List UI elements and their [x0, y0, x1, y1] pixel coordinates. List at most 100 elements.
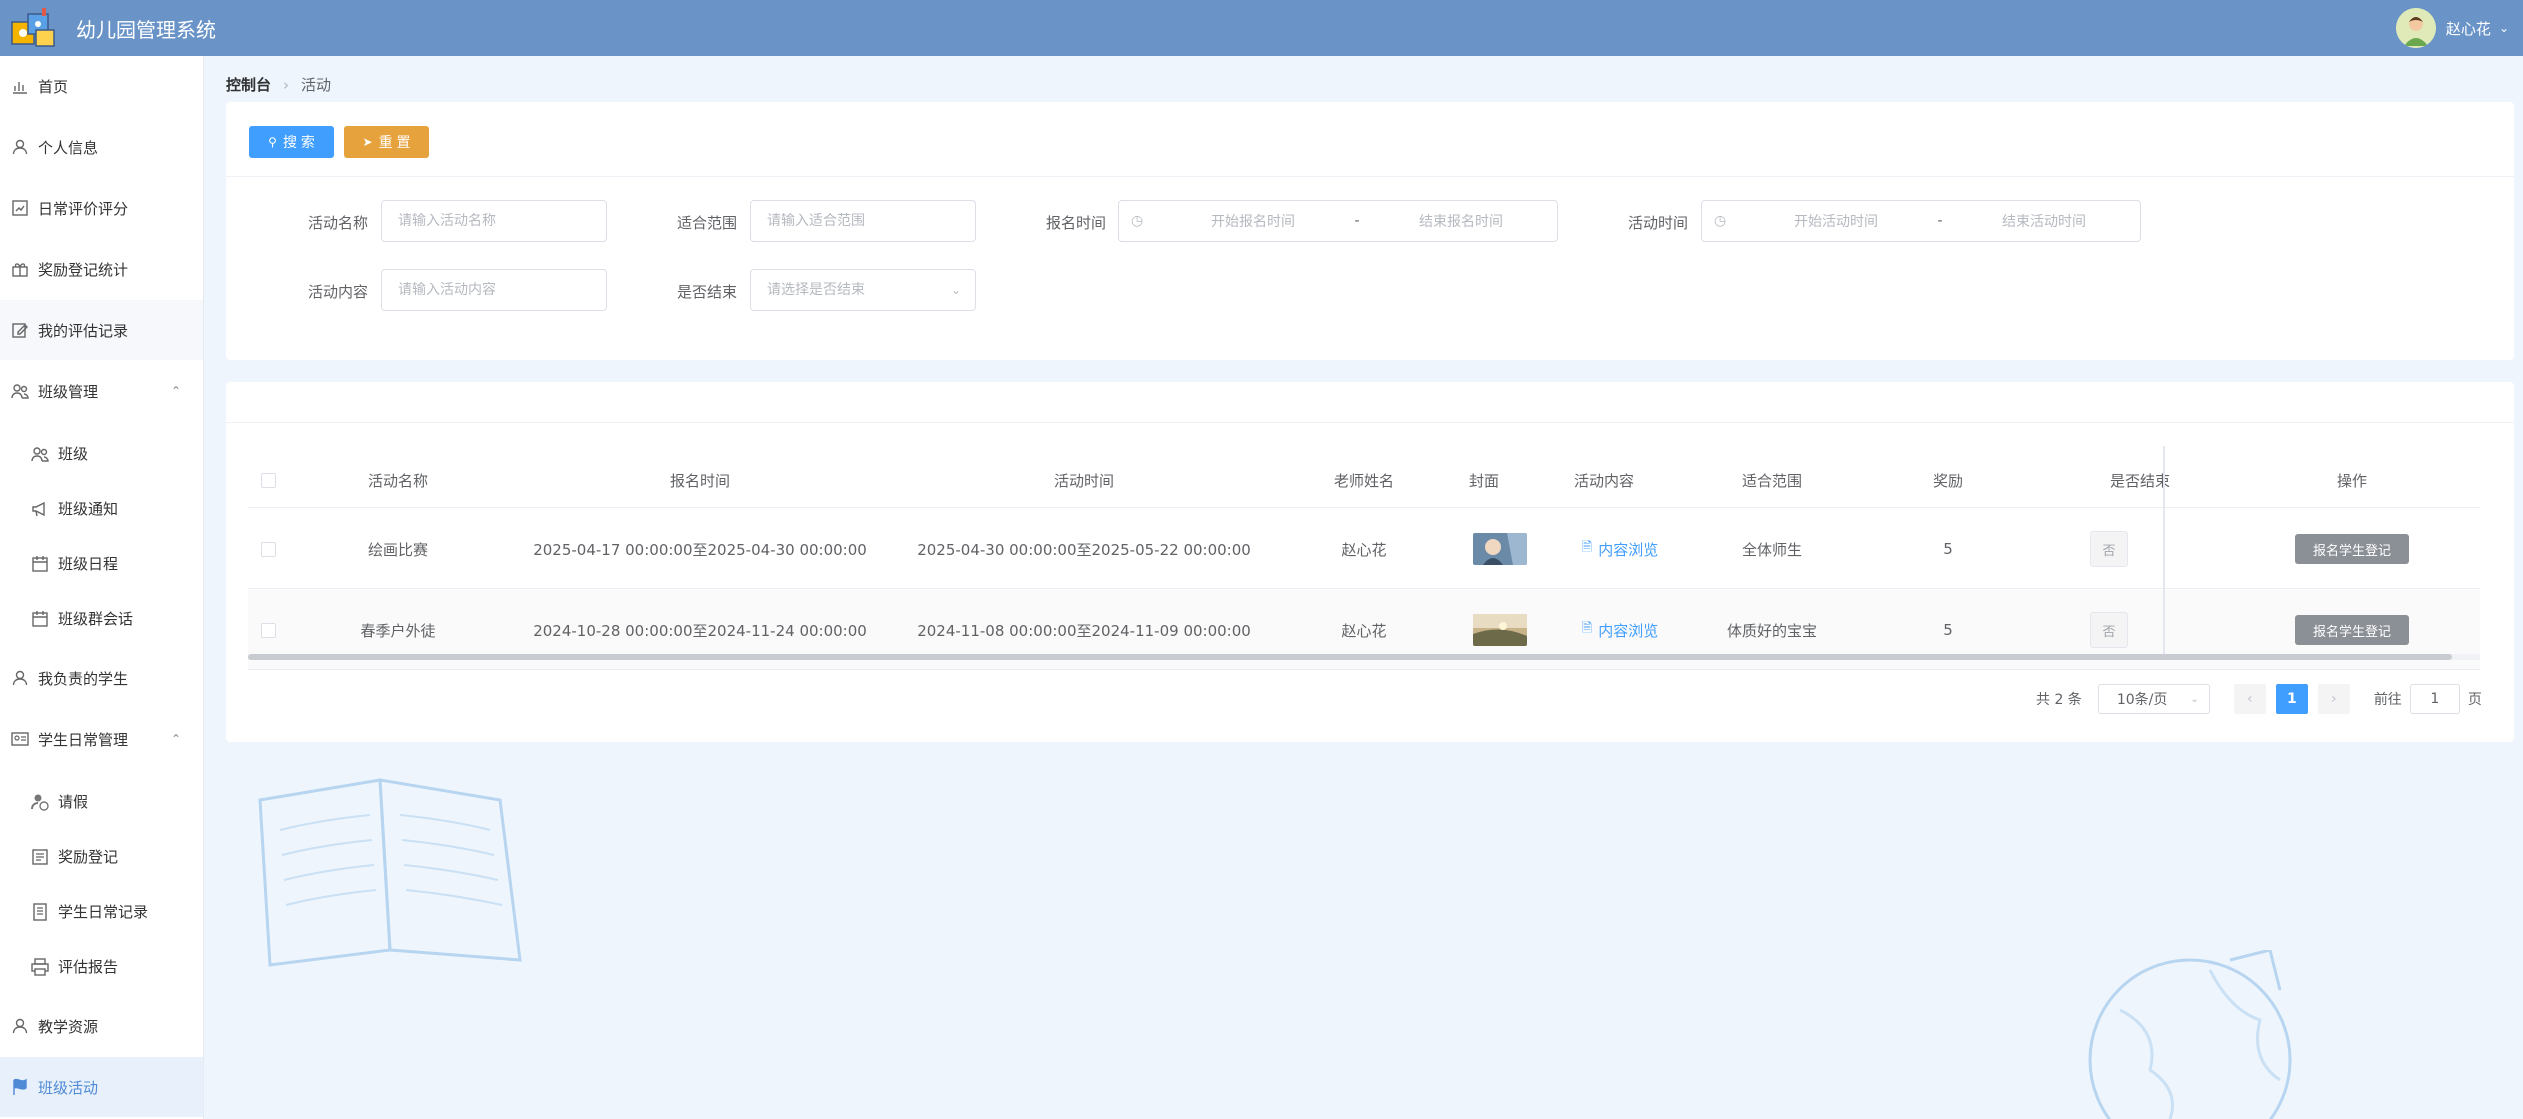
- sidebar-item-class-schedule[interactable]: 班级日程: [0, 536, 203, 591]
- cover-thumbnail[interactable]: [1473, 614, 1527, 646]
- register-students-button[interactable]: 报名学生登记: [2295, 615, 2409, 645]
- horizontal-scrollbar[interactable]: [248, 654, 2452, 660]
- sidebar-item-class-notice[interactable]: 班级通知: [0, 481, 203, 536]
- goto-page-input[interactable]: 1: [2409, 684, 2460, 714]
- sidebar-item-label: 奖励登记统计: [38, 260, 129, 279]
- sidebar-item-profile[interactable]: 个人信息: [0, 117, 203, 177]
- ended-badge: 否: [2090, 612, 2128, 648]
- breadcrumb-separator: ›: [283, 75, 290, 94]
- activity-start-input[interactable]: 开始活动时间: [1744, 211, 1928, 231]
- page-number-current[interactable]: 1: [2275, 684, 2308, 714]
- select-all-cell: [248, 452, 288, 508]
- sidebar-item-home[interactable]: 首页: [0, 56, 203, 116]
- sidebar-item-label: 评估报告: [58, 958, 119, 976]
- sidebar-item-label: 学生日常管理: [38, 730, 129, 749]
- sidebar-item-label: 学生日常记录: [58, 903, 149, 921]
- content-view-label: 内容浏览: [1598, 540, 1659, 559]
- content-view-link[interactable]: 🗎 内容浏览: [1582, 619, 1658, 641]
- sidebar-item-reward-register[interactable]: 奖励登记: [0, 829, 203, 884]
- sidebar-item-class-chat[interactable]: 班级群会话: [0, 591, 203, 646]
- ended-select[interactable]: ⌄: [750, 269, 976, 311]
- page-unit-label: 页: [2467, 692, 2482, 708]
- cell-signup-time: 2025-04-17 00:00:00至2025-04-30 00:00:00: [533, 540, 867, 559]
- chevron-down-icon: ⌄: [2498, 21, 2509, 35]
- sidebar-item-my-students[interactable]: 我负责的学生: [0, 648, 203, 708]
- select-all-checkbox[interactable]: [260, 472, 276, 488]
- printer-icon: [30, 957, 50, 977]
- register-students-button[interactable]: 报名学生登记: [2295, 534, 2409, 564]
- scope-label: 适合范围: [676, 214, 737, 232]
- cell-name: 绘画比赛: [367, 540, 428, 559]
- cell-cover: [1452, 509, 1548, 589]
- activity-name-field[interactable]: [381, 200, 607, 242]
- user-menu[interactable]: 赵心花 ⌄: [2395, 0, 2523, 56]
- column-header[interactable]: 活动时间: [892, 452, 1276, 508]
- sidebar-item-label: 班级群会话: [58, 610, 134, 628]
- activity-content-input[interactable]: [398, 282, 606, 298]
- activity-time-label: 活动时间: [1627, 214, 1688, 232]
- column-header[interactable]: 老师姓名: [1276, 452, 1452, 508]
- signup-time-label: 报名时间: [1045, 214, 1106, 232]
- sidebar-item-teaching-resources[interactable]: 教学资源: [0, 996, 203, 1056]
- content-view-label: 内容浏览: [1598, 621, 1659, 640]
- sidebar-item-label: 我的评估记录: [38, 321, 129, 340]
- range-separator: -: [1937, 213, 1943, 229]
- table-header: 活动名称 报名时间 活动时间 老师姓名 封面 活动内容 适合范围 奖励 是否结束…: [248, 452, 2480, 508]
- sidebar-item-label: 班级活动: [38, 1078, 99, 1097]
- activity-time-range[interactable]: ◷ 开始活动时间 - 结束活动时间: [1701, 200, 2141, 242]
- sidebar-item-evaluation-report[interactable]: 评估报告: [0, 939, 203, 994]
- activity-end-input[interactable]: 结束活动时间: [1952, 211, 2136, 231]
- sidebar-item-class[interactable]: 班级: [0, 426, 203, 481]
- page-size-select[interactable]: 10条/页 ⌄: [2097, 684, 2210, 714]
- row-checkbox[interactable]: [260, 541, 276, 557]
- content-view-link[interactable]: 🗎 内容浏览: [1582, 538, 1658, 560]
- column-header[interactable]: 奖励: [1852, 452, 2044, 508]
- sidebar-item-daily-score[interactable]: 日常评价评分: [0, 178, 203, 238]
- activity-name-label: 活动名称: [307, 214, 368, 232]
- sidebar-item-student-records[interactable]: 学生日常记录: [0, 884, 203, 939]
- search-button[interactable]: ⚲ 搜 索: [249, 126, 334, 158]
- globe-illustration: [2088, 950, 2292, 1119]
- signup-end-input[interactable]: 结束报名时间: [1369, 211, 1553, 231]
- scope-input[interactable]: [767, 213, 975, 229]
- activity-name-input[interactable]: [398, 213, 606, 229]
- prev-page-button[interactable]: ‹: [2233, 684, 2266, 714]
- column-header[interactable]: 操作: [2186, 452, 2518, 508]
- users-icon: [10, 381, 30, 401]
- ended-select-input[interactable]: [767, 282, 975, 298]
- column-header[interactable]: 报名时间: [508, 452, 892, 508]
- column-header[interactable]: 活动内容: [1516, 452, 1692, 508]
- signup-start-input[interactable]: 开始报名时间: [1161, 211, 1345, 231]
- brand: 幼儿园管理系统: [0, 0, 216, 56]
- sidebar-item-label: 班级通知: [58, 500, 119, 518]
- sidebar-group-student-daily[interactable]: 学生日常管理 ⌃: [0, 709, 203, 769]
- column-header[interactable]: 活动名称: [288, 452, 508, 508]
- sidebar-item-leave[interactable]: 请假: [0, 774, 203, 829]
- table-panel: 活动名称 报名时间 活动时间 老师姓名 封面 活动内容 适合范围 奖励 是否结束…: [226, 382, 2514, 742]
- sidebar-item-reward-stats[interactable]: 奖励登记统计: [0, 239, 203, 299]
- edit-icon: [10, 320, 30, 340]
- sidebar-item-class-activities[interactable]: 班级活动: [0, 1057, 203, 1117]
- sidebar-group-class-management[interactable]: 班级管理 ⌃: [0, 361, 203, 421]
- flag-icon: [10, 1077, 30, 1097]
- sidebar-item-my-evaluations[interactable]: 我的评估记录: [0, 300, 203, 360]
- breadcrumb-home[interactable]: 控制台: [226, 74, 271, 95]
- sidebar-item-label: 班级: [58, 445, 89, 463]
- scope-field[interactable]: [750, 200, 976, 242]
- logo-icon: [11, 8, 55, 47]
- fixed-column-divider: [2163, 446, 2165, 656]
- signup-time-range[interactable]: ◷ 开始报名时间 - 结束报名时间: [1118, 200, 1558, 242]
- sidebar-item-label: 教学资源: [38, 1017, 99, 1036]
- row-checkbox[interactable]: [260, 622, 276, 638]
- sidebar-item-label: 请假: [58, 793, 89, 811]
- column-header[interactable]: 封面: [1452, 452, 1516, 508]
- cell-actions: 报名学生登记: [2186, 509, 2518, 589]
- chart-icon: [10, 76, 30, 96]
- reset-button[interactable]: ➤ 重 置: [344, 126, 429, 158]
- bar-chart-icon: [10, 198, 30, 218]
- next-page-button[interactable]: ›: [2317, 684, 2350, 714]
- range-separator: -: [1354, 213, 1360, 229]
- column-header[interactable]: 适合范围: [1692, 452, 1852, 508]
- activity-content-field[interactable]: [381, 269, 607, 311]
- cover-thumbnail[interactable]: [1473, 533, 1527, 565]
